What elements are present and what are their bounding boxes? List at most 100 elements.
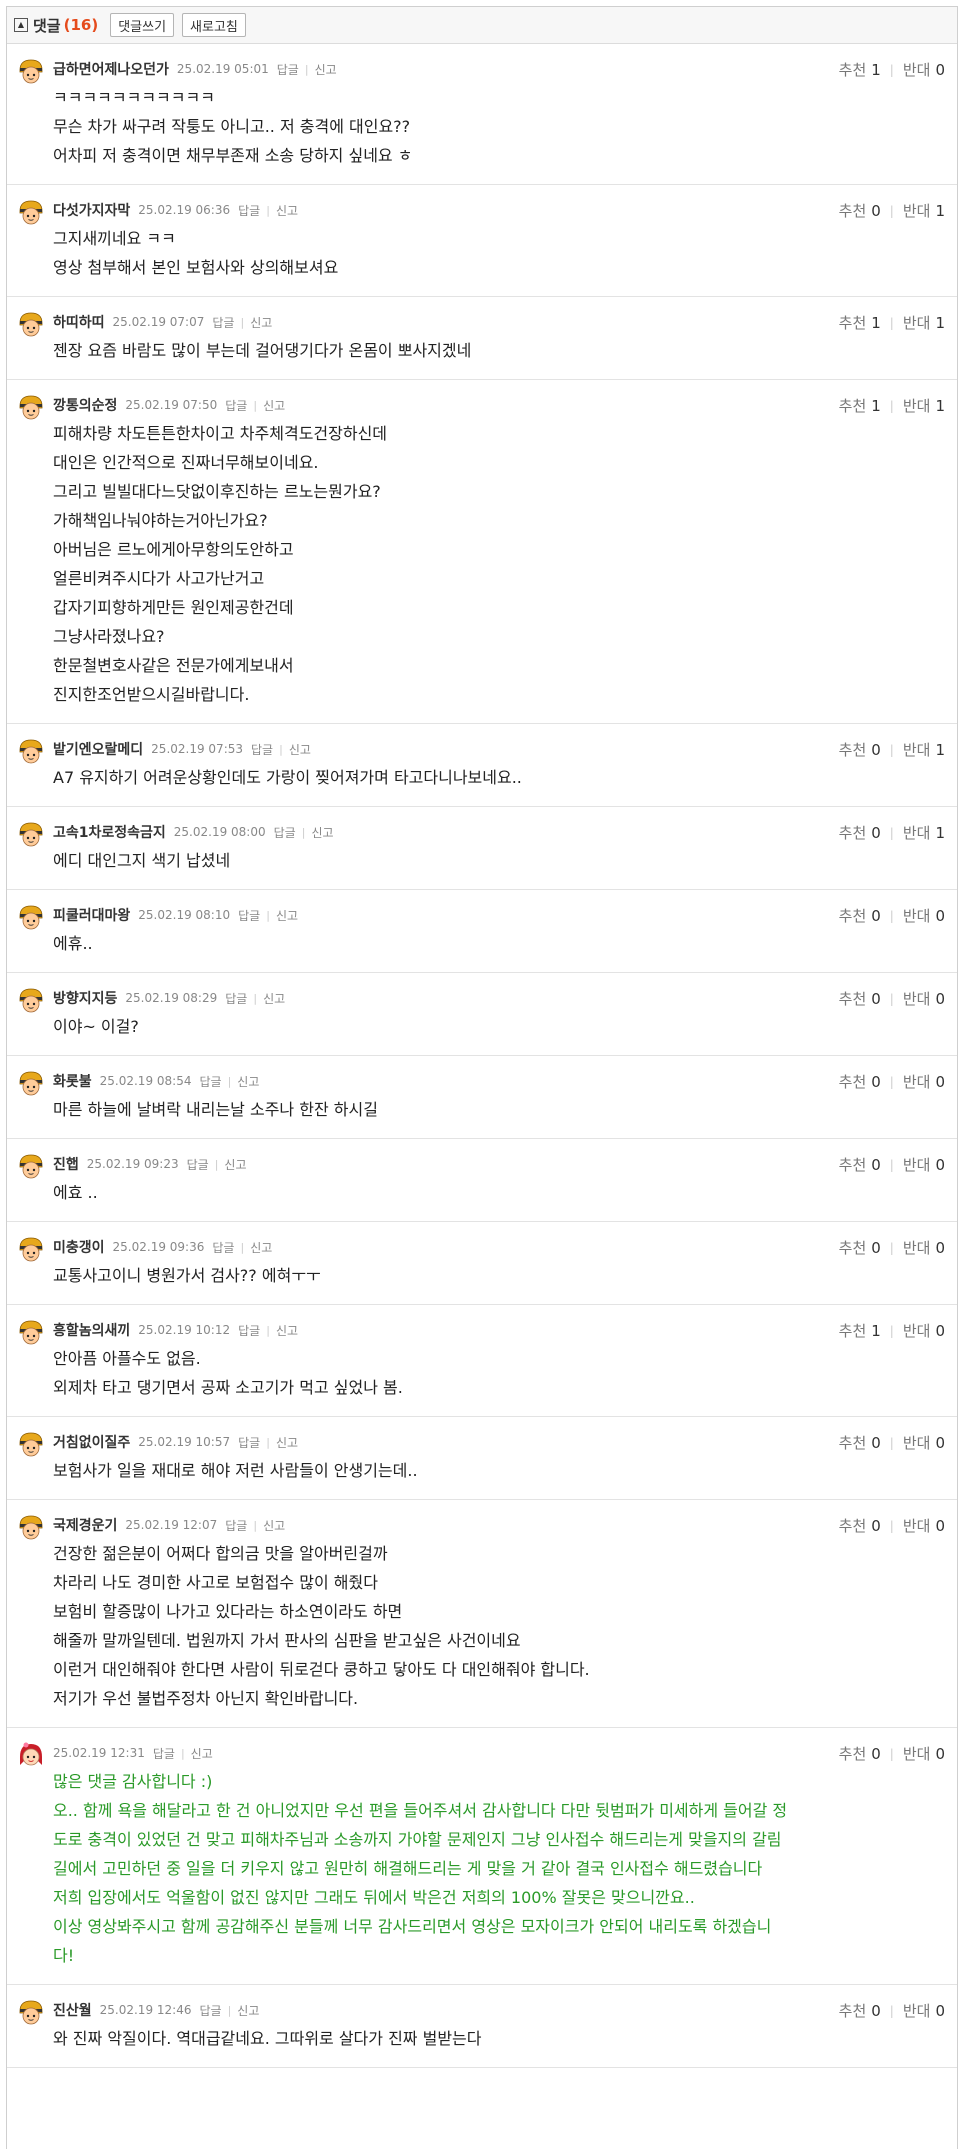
default-avatar-icon	[19, 988, 43, 1013]
reply-link[interactable]: 답글	[212, 314, 234, 331]
oppose-button[interactable]: 반대 1	[903, 822, 945, 843]
recommend-button[interactable]: 추천 0	[839, 2000, 881, 2021]
reply-link[interactable]: 답글	[238, 202, 260, 219]
reply-link[interactable]: 답글	[225, 397, 247, 414]
report-link[interactable]: 신고	[276, 1434, 298, 1451]
report-link[interactable]: 신고	[276, 907, 298, 924]
report-link[interactable]: 신고	[250, 314, 272, 331]
avatar[interactable]	[17, 1318, 45, 1346]
reply-link[interactable]: 답글	[225, 990, 247, 1007]
collapse-toggle-icon[interactable]: ▲	[14, 18, 28, 32]
oppose-button[interactable]: 반대 0	[903, 2000, 945, 2021]
oppose-button[interactable]: 반대 1	[903, 312, 945, 333]
comment-nickname[interactable]: 방향지지등	[53, 988, 117, 1008]
reply-link[interactable]: 답글	[238, 907, 260, 924]
avatar[interactable]	[17, 57, 45, 85]
recommend-button[interactable]: 추천 1	[839, 395, 881, 416]
oppose-button[interactable]: 반대 0	[903, 59, 945, 80]
reply-link[interactable]: 답글	[274, 824, 296, 841]
reply-link[interactable]: 답글	[251, 741, 273, 758]
comment-nickname[interactable]: 진산월	[53, 2000, 92, 2020]
avatar[interactable]	[17, 1741, 45, 1769]
reply-link[interactable]: 답글	[153, 1745, 175, 1762]
oppose-button[interactable]: 반대 1	[903, 200, 945, 221]
reply-link[interactable]: 답글	[199, 1073, 221, 1090]
recommend-button[interactable]: 추천 0	[839, 905, 881, 926]
avatar[interactable]	[17, 393, 45, 421]
comment-nickname[interactable]: 화롯불	[53, 1071, 92, 1091]
comment-nickname[interactable]: 급하면어제나오던가	[53, 59, 169, 79]
avatar[interactable]	[17, 1235, 45, 1263]
avatar[interactable]	[17, 1069, 45, 1097]
oppose-button[interactable]: 반대 0	[903, 1071, 945, 1092]
refresh-button[interactable]: 새로고침	[182, 13, 246, 37]
recommend-button[interactable]: 추천 1	[839, 1320, 881, 1341]
recommend-button[interactable]: 추천 0	[839, 1432, 881, 1453]
oppose-button[interactable]: 반대 0	[903, 905, 945, 926]
reply-link[interactable]: 답글	[212, 1239, 234, 1256]
comment-nickname[interactable]: 국제경운기	[53, 1515, 117, 1535]
recommend-button[interactable]: 추천 0	[839, 739, 881, 760]
avatar[interactable]	[17, 198, 45, 226]
report-link[interactable]: 신고	[263, 1517, 285, 1534]
report-link[interactable]: 신고	[237, 1073, 259, 1090]
reply-link[interactable]: 답글	[238, 1434, 260, 1451]
avatar[interactable]	[17, 903, 45, 931]
oppose-button[interactable]: 반대 0	[903, 1743, 945, 1764]
report-link[interactable]: 신고	[276, 202, 298, 219]
recommend-button[interactable]: 추천 0	[839, 822, 881, 843]
comment-nickname[interactable]: 미충갱이	[53, 1237, 105, 1257]
comment-nickname[interactable]: 거침없이질주	[53, 1432, 130, 1452]
avatar[interactable]	[17, 820, 45, 848]
oppose-button[interactable]: 반대 1	[903, 395, 945, 416]
comment-nickname[interactable]: 고속1차로정속금지	[53, 822, 166, 842]
recommend-button[interactable]: 추천 0	[839, 988, 881, 1009]
recommend-button[interactable]: 추천 1	[839, 312, 881, 333]
recommend-button[interactable]: 추천 0	[839, 1743, 881, 1764]
avatar[interactable]	[17, 310, 45, 338]
avatar[interactable]	[17, 737, 45, 765]
recommend-button[interactable]: 추천 0	[839, 1071, 881, 1092]
recommend-button[interactable]: 추천 0	[839, 1154, 881, 1175]
report-link[interactable]: 신고	[224, 1156, 246, 1173]
oppose-button[interactable]: 반대 1	[903, 739, 945, 760]
avatar[interactable]	[17, 1513, 45, 1541]
oppose-button[interactable]: 반대 0	[903, 1432, 945, 1453]
report-link[interactable]: 신고	[250, 1239, 272, 1256]
reply-link[interactable]: 답글	[238, 1322, 260, 1339]
reply-link[interactable]: 답글	[225, 1517, 247, 1534]
comment-nickname[interactable]: 흥할놈의새끼	[53, 1320, 130, 1340]
comment-nickname[interactable]: 피쿨러대마왕	[53, 905, 130, 925]
report-link[interactable]: 신고	[289, 741, 311, 758]
report-link[interactable]: 신고	[276, 1322, 298, 1339]
reply-link[interactable]: 답글	[277, 61, 299, 78]
oppose-button[interactable]: 반대 0	[903, 1237, 945, 1258]
reply-link[interactable]: 답글	[187, 1156, 209, 1173]
comment-nickname[interactable]: 다섯가지자막	[53, 200, 130, 220]
recommend-button[interactable]: 추천 0	[839, 1515, 881, 1536]
reply-link[interactable]: 답글	[199, 2002, 221, 2019]
oppose-button[interactable]: 반대 0	[903, 1320, 945, 1341]
comment-line: 갑자기피향하게만든 원인제공한건데	[53, 598, 294, 617]
oppose-button[interactable]: 반대 0	[903, 1515, 945, 1536]
avatar[interactable]	[17, 1152, 45, 1180]
report-link[interactable]: 신고	[263, 397, 285, 414]
recommend-button[interactable]: 추천 1	[839, 59, 881, 80]
report-link[interactable]: 신고	[315, 61, 337, 78]
avatar[interactable]	[17, 1998, 45, 2026]
report-link[interactable]: 신고	[311, 824, 333, 841]
report-link[interactable]: 신고	[263, 990, 285, 1007]
oppose-button[interactable]: 반대 0	[903, 988, 945, 1009]
report-link[interactable]: 신고	[191, 1745, 213, 1762]
write-comment-button[interactable]: 댓글쓰기	[110, 13, 175, 37]
avatar[interactable]	[17, 986, 45, 1014]
comment-nickname[interactable]: 밭기엔오랄메디	[53, 739, 143, 759]
comment-nickname[interactable]: 깡통의순정	[53, 395, 117, 415]
avatar[interactable]	[17, 1430, 45, 1458]
recommend-button[interactable]: 추천 0	[839, 200, 881, 221]
comment-nickname[interactable]: 진햅	[53, 1154, 79, 1174]
report-link[interactable]: 신고	[237, 2002, 259, 2019]
oppose-button[interactable]: 반대 0	[903, 1154, 945, 1175]
comment-nickname[interactable]: 하띠하띠	[53, 312, 105, 332]
recommend-button[interactable]: 추천 0	[839, 1237, 881, 1258]
